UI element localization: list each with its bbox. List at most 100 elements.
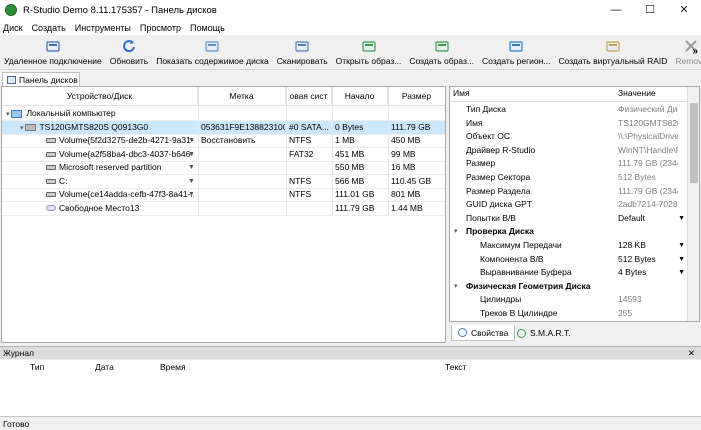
column-divider: [388, 87, 389, 215]
tab-smart[interactable]: S.M.A.R.T.: [511, 325, 577, 341]
property-dropdown-icon[interactable]: ▼: [678, 266, 685, 280]
property-value: 2adb7214-7028-a...: [618, 199, 678, 210]
property-value: 255: [618, 308, 633, 318]
property-name: Максимум Передачи: [480, 240, 562, 250]
property-value[interactable]: Default: [618, 212, 678, 226]
col-label[interactable]: Метка: [198, 87, 286, 106]
group-collapse-icon[interactable]: ▾: [454, 225, 458, 239]
table-row[interactable]: Microsoft reserved partition ▼ 550 MB 16 MB: [2, 161, 445, 174]
toolbar-button-remote-connection[interactable]: Удаленное подключение: [0, 36, 106, 68]
property-dropdown-icon[interactable]: ▼: [678, 253, 685, 267]
journal-col-text[interactable]: Текст: [445, 362, 466, 372]
property-value: WinNT\Handle\P...: [618, 144, 678, 155]
toolbar-button-open-image[interactable]: Открыть образ...: [332, 36, 406, 68]
table-row[interactable]: Свободное Место13 111.79 GB 1.44 MB: [2, 202, 445, 215]
filesystem-cell: NTFS: [289, 135, 312, 145]
property-group[interactable]: ▾ Физическая Геометрия Диска: [450, 279, 687, 294]
property-row[interactable]: GUID диска GPT 2adb7214-7028-a...: [450, 198, 687, 212]
tab-smart-label: S.M.A.R.T.: [530, 328, 571, 338]
table-row[interactable]: ▾ Локальный компьютер: [2, 107, 445, 120]
table-row[interactable]: C: ▼ NTFS 566 MB 110.45 GB: [2, 175, 445, 188]
menu-create[interactable]: Создать: [32, 23, 66, 33]
table-row[interactable]: Volume{a2f58ba4-dbc3-4037-b646-... ▼ FAT32…: [2, 148, 445, 161]
label-cell: [201, 107, 285, 120]
toolbar-overflow-button[interactable]: »: [692, 46, 698, 57]
size-cell: 99 MB: [391, 148, 416, 159]
tab-properties[interactable]: Свойства: [451, 325, 516, 341]
menu-view[interactable]: Просмотр: [140, 23, 181, 33]
refresh-icon: [121, 38, 137, 54]
journal-col-type[interactable]: Тип: [30, 362, 44, 372]
col-size[interactable]: Размер: [388, 87, 445, 106]
close-button[interactable]: ✕: [667, 0, 701, 20]
minimize-button[interactable]: —: [599, 0, 633, 20]
journal-col-date[interactable]: Дата: [95, 362, 114, 372]
property-row[interactable]: Размер 111.79 GB (234441...: [450, 157, 687, 171]
col-device[interactable]: Устройство/Диск: [2, 87, 198, 106]
property-dropdown-icon[interactable]: ▼: [678, 212, 685, 226]
properties-scrollbar[interactable]: [687, 87, 699, 321]
start-cell: 566 MB: [335, 175, 365, 186]
properties-panel[interactable]: Имя Значение Тип Диска Физический Дис... И…: [449, 86, 700, 322]
table-row[interactable]: Volume{5f2d3275-de2b-4271-9a31-... ▼ Восст…: [2, 134, 445, 147]
property-value[interactable]: 4 Bytes: [618, 266, 678, 280]
property-row[interactable]: Цилиндры 14593: [450, 293, 687, 307]
size-cell: 450 MB: [391, 135, 421, 145]
computer-icon: [11, 109, 23, 118]
menu-help[interactable]: Помощь: [190, 23, 225, 33]
property-value[interactable]: 512 Bytes: [618, 253, 678, 267]
menu-disk[interactable]: Диск: [3, 23, 23, 33]
disk-tree-table[interactable]: Устройство/Диск Метка овая сист Начало Р…: [1, 86, 446, 343]
property-dropdown-icon[interactable]: ▼: [678, 239, 685, 253]
remote-connection-icon: [45, 38, 61, 54]
scrollbar-thumb[interactable]: [690, 103, 698, 183]
group-collapse-icon[interactable]: ▾: [454, 280, 458, 294]
col-prop-name[interactable]: Имя: [453, 87, 601, 101]
row-dropdown-icon[interactable]: ▼: [188, 134, 196, 147]
col-start[interactable]: Начало: [332, 87, 388, 106]
property-value: \\.\PhysicalDrive0: [618, 131, 678, 142]
journal-header: Журнал ✕: [0, 346, 701, 359]
property-value[interactable]: 128 KB: [618, 239, 678, 253]
journal-log[interactable]: Тип Дата Время Текст: [0, 360, 701, 417]
property-row[interactable]: Драйвер R-Studio WinNT\Handle\P...: [450, 144, 687, 158]
property-row[interactable]: Выравнивание Буфера 4 Bytes ▼: [450, 266, 687, 280]
property-row[interactable]: Треков В Цилиндре 255: [450, 307, 687, 321]
device-cell: ▾ TS120GMTS820S Q0913G0: [20, 121, 194, 134]
journal-close-button[interactable]: ✕: [688, 347, 695, 360]
property-row[interactable]: Максимум Передачи 128 KB ▼: [450, 239, 687, 253]
device-cell: Microsoft reserved partition: [46, 161, 194, 174]
property-row[interactable]: Компонента В/В 512 Bytes ▼: [450, 253, 687, 267]
property-row[interactable]: Имя TS120GMTS820S...: [450, 117, 687, 131]
property-row[interactable]: Размер Раздела 111.79 GB (234441...: [450, 185, 687, 199]
toolbar-button-create-image[interactable]: Создать образ...: [405, 36, 478, 68]
tab-disk-panel[interactable]: Панель дисков: [2, 72, 80, 86]
toolbar-button-refresh[interactable]: Обновить: [106, 36, 153, 68]
property-group[interactable]: ▾ Проверка Диска: [450, 225, 687, 239]
toolbar-button-create-region[interactable]: Создать регион...: [478, 36, 554, 68]
row-dropdown-icon[interactable]: ▼: [188, 188, 196, 201]
maximize-button[interactable]: ☐: [633, 0, 667, 20]
row-dropdown-icon[interactable]: ▼: [188, 148, 196, 161]
toolbar-button-scan[interactable]: Сканировать: [273, 36, 332, 68]
menu-tools[interactable]: Инструменты: [75, 23, 131, 33]
toolbar-button-virtual-raid[interactable]: Создать виртуальный RAID: [554, 36, 671, 68]
property-row[interactable]: Тип Диска Физический Дис...: [450, 103, 687, 117]
row-dropdown-icon[interactable]: ▼: [188, 175, 196, 188]
label-cell: [201, 175, 285, 188]
device-cell: Свободное Место13: [46, 202, 194, 215]
col-prop-value[interactable]: Значение: [618, 87, 678, 101]
property-name: Компонента В/В: [480, 253, 544, 264]
journal-col-time[interactable]: Время: [160, 362, 186, 372]
filesystem-cell: [289, 161, 331, 174]
device-name: C:: [59, 175, 68, 186]
col-filesystem[interactable]: овая сист: [286, 87, 332, 106]
table-row[interactable]: ▾ TS120GMTS820S Q0913G0 053631F9E13882310…: [2, 120, 445, 134]
property-row[interactable]: Объект ОС \\.\PhysicalDrive0: [450, 130, 687, 144]
row-dropdown-icon[interactable]: ▼: [188, 161, 196, 174]
property-row[interactable]: Попытки В/В Default ▼: [450, 212, 687, 226]
toolbar-button-show-disk-contents[interactable]: Показать содержимое диска: [152, 36, 272, 68]
property-row[interactable]: Размер Сектора 512 Bytes: [450, 171, 687, 185]
table-row[interactable]: Volume{ce14adda-cefb-47f3-8a41-... ▼ NTFS 1…: [2, 188, 445, 201]
label-cell: 053631F9E13882310085: [201, 121, 285, 132]
